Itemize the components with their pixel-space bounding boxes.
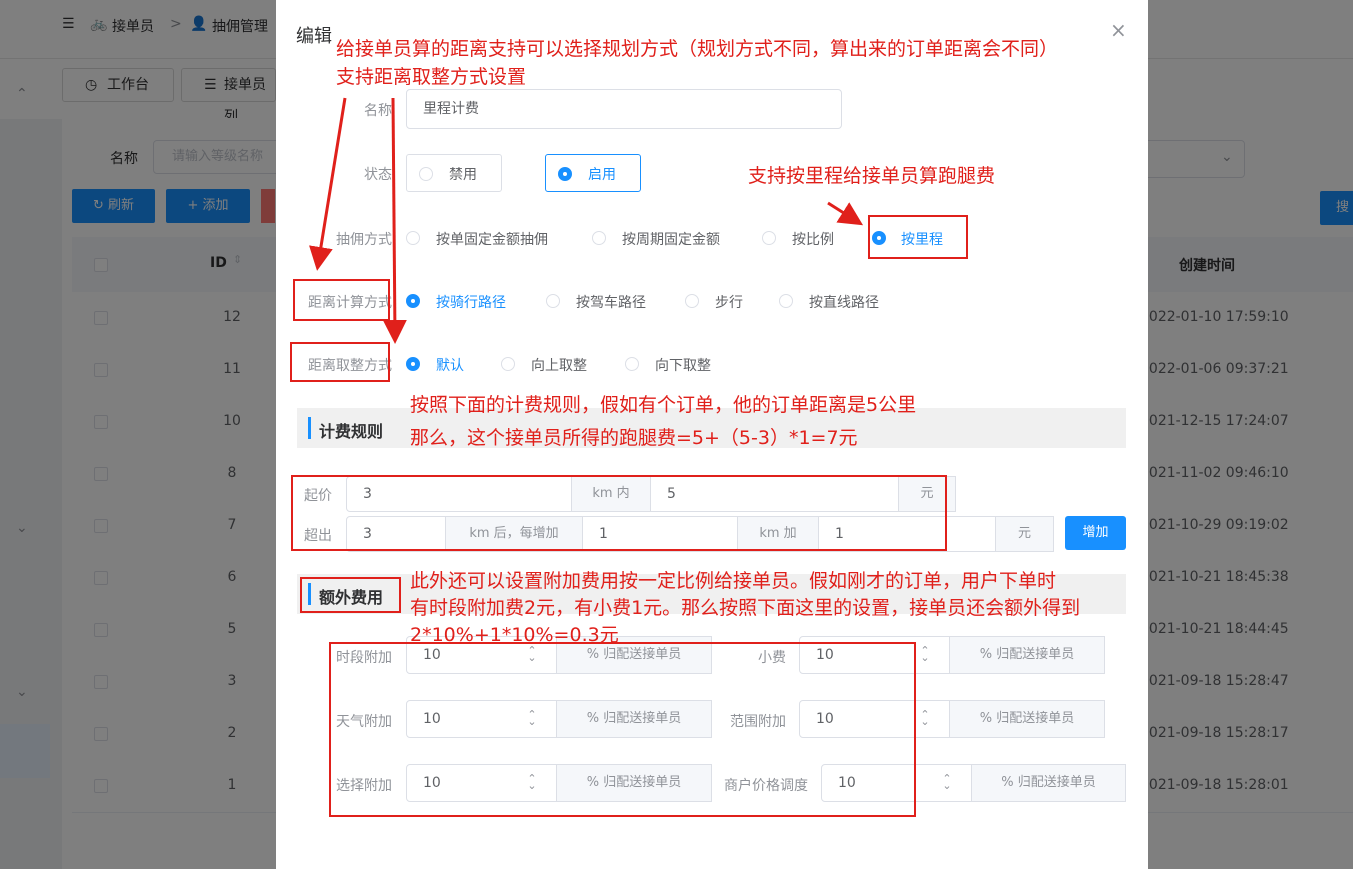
arrow-to-distance-round	[382, 97, 407, 344]
arrow-to-distance-calc	[309, 97, 347, 271]
annotation-arrows	[309, 97, 864, 344]
arrow-to-mileage	[827, 201, 864, 226]
